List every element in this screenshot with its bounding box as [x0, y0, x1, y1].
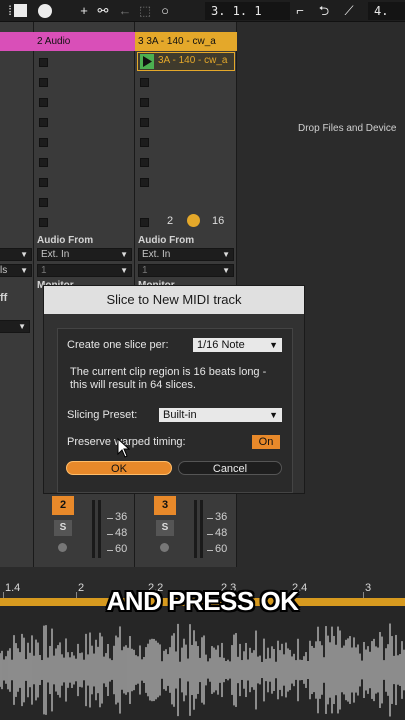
clip-slot[interactable] — [140, 158, 149, 167]
level-meter — [98, 500, 101, 558]
clip-slot[interactable] — [39, 58, 48, 67]
arm-button-2[interactable] — [58, 543, 67, 552]
track-column-partial: ▼ ls ▼ ff ▼ — [0, 22, 34, 567]
track-header-2[interactable]: 2 Audio — [34, 32, 135, 51]
channel-value: 1 — [142, 265, 148, 276]
drop-hint: Drop Files and Device — [298, 123, 397, 134]
audio-from-value: Ext. In — [142, 249, 171, 260]
punch-icon[interactable]: ⬚ — [137, 3, 153, 19]
sample-waveform[interactable] — [0, 606, 405, 720]
channel-select[interactable]: 1 ▼ — [138, 264, 234, 277]
clip-slot[interactable] — [140, 138, 149, 147]
top-toolbar: ⁞ + ⚯ ← ⬚ ○ 3. 1. 1 ⌐ ⮌ ⟋ 4. — [0, 0, 405, 22]
arm-button-3[interactable] — [160, 543, 169, 552]
db-label: 60 — [115, 543, 128, 555]
level-meter — [92, 500, 95, 558]
clip-slot[interactable] — [39, 178, 48, 187]
play-clip-button[interactable] — [140, 54, 154, 69]
plus-icon[interactable]: + — [76, 3, 92, 19]
db-tick — [207, 518, 213, 519]
automation-icon[interactable]: ⟋ — [341, 3, 357, 19]
loop-length-display[interactable]: 4. — [368, 2, 405, 20]
clip-slot[interactable] — [39, 218, 48, 227]
preset-value: Built-in — [163, 409, 197, 421]
chevron-down-icon: ▼ — [269, 340, 278, 350]
clip-name: 3A - 140 - cw_a — [158, 55, 228, 66]
clip-slot[interactable] — [39, 98, 48, 107]
output-select-partial[interactable]: ▼ — [0, 320, 30, 333]
clip-slot[interactable] — [39, 138, 48, 147]
slice-info-text: The current clip region is 16 beats long… — [70, 366, 267, 391]
slice-per-label: Create one slice per: — [67, 339, 169, 351]
db-label: 36 — [215, 511, 228, 523]
db-tick — [107, 550, 113, 551]
record-circle-icon[interactable] — [38, 4, 52, 18]
db-tick — [107, 518, 113, 519]
db-tick — [207, 550, 213, 551]
clip-slot[interactable] — [39, 158, 48, 167]
clip-slot[interactable] — [140, 178, 149, 187]
track-activator-3[interactable]: 3 — [154, 496, 176, 515]
audio-from-value: Ext. In — [41, 249, 70, 260]
level-meter — [200, 500, 203, 558]
preset-select[interactable]: Built-in ▼ — [159, 408, 282, 422]
clip-slot[interactable] — [39, 118, 48, 127]
mouse-cursor-icon — [117, 438, 131, 458]
cancel-button[interactable]: Cancel — [178, 461, 282, 475]
clip-slot[interactable] — [39, 78, 48, 87]
preset-label: Slicing Preset: — [67, 409, 138, 421]
clip-slot[interactable] — [39, 198, 48, 207]
clip-slot[interactable] — [140, 218, 149, 227]
db-label: 36 — [115, 511, 128, 523]
audio-from-select[interactable]: Ext. In ▼ — [37, 248, 132, 261]
channel-tail-text: ls — [0, 265, 8, 276]
chevron-down-icon: ▼ — [269, 410, 278, 420]
slice-dialog: Slice to New MIDI track Create one slice… — [43, 285, 305, 494]
audio-from-label: Audio From — [37, 235, 94, 246]
clip-counter-count: 16 — [212, 215, 225, 227]
clip-counter-number: 2 — [167, 215, 174, 227]
level-meter — [194, 500, 197, 558]
dialog-body: Create one slice per: 1/16 Note ▼ The cur… — [57, 328, 293, 493]
loop-circle-icon[interactable]: ○ — [157, 3, 173, 19]
waveform-graphic — [0, 623, 405, 717]
slice-per-select[interactable]: 1/16 Note ▼ — [193, 338, 282, 352]
audio-from-select[interactable]: Ext. In ▼ — [138, 248, 234, 261]
clip-indicator — [187, 214, 200, 227]
draw-mode-icon[interactable]: ⌐ — [292, 3, 308, 19]
play-icon — [143, 56, 152, 67]
clip-slot[interactable] — [140, 98, 149, 107]
follow-icon[interactable]: ⮌ — [316, 3, 332, 19]
channel-select[interactable]: 1 ▼ — [37, 264, 132, 277]
dialog-title: Slice to New MIDI track — [44, 286, 304, 314]
stop-icon[interactable] — [14, 4, 27, 17]
db-tick — [207, 534, 213, 535]
db-label: 60 — [215, 543, 228, 555]
position-display[interactable]: 3. 1. 1 — [205, 2, 290, 20]
link-icon[interactable]: ⚯ — [95, 3, 111, 19]
back-arrow-icon[interactable]: ← — [117, 3, 133, 19]
ok-button[interactable]: OK — [66, 461, 172, 475]
input-select-partial[interactable]: ▼ — [0, 248, 32, 261]
clip-slot[interactable] — [140, 78, 149, 87]
solo-button-2[interactable]: S — [54, 520, 72, 536]
track-activator-2[interactable]: 2 — [52, 496, 74, 515]
db-tick — [107, 534, 113, 535]
preserve-toggle[interactable]: On — [252, 435, 280, 449]
channel-select-partial[interactable]: ls ▼ — [0, 264, 32, 277]
slice-per-value: 1/16 Note — [197, 339, 245, 351]
db-label: 48 — [215, 527, 228, 539]
track-header-1[interactable] — [0, 32, 34, 51]
db-label: 48 — [115, 527, 128, 539]
clip[interactable]: 3A - 140 - cw_a — [137, 52, 235, 71]
solo-button-3[interactable]: S — [156, 520, 174, 536]
clip-slot[interactable] — [140, 118, 149, 127]
monitor-off-tail: ff — [0, 292, 8, 304]
track-header-3[interactable]: 3 3A - 140 - cw_a — [135, 32, 237, 51]
channel-value: 1 — [41, 265, 47, 276]
caption-overlay: AND PRESS OK — [106, 586, 299, 616]
audio-from-label: Audio From — [138, 235, 195, 246]
